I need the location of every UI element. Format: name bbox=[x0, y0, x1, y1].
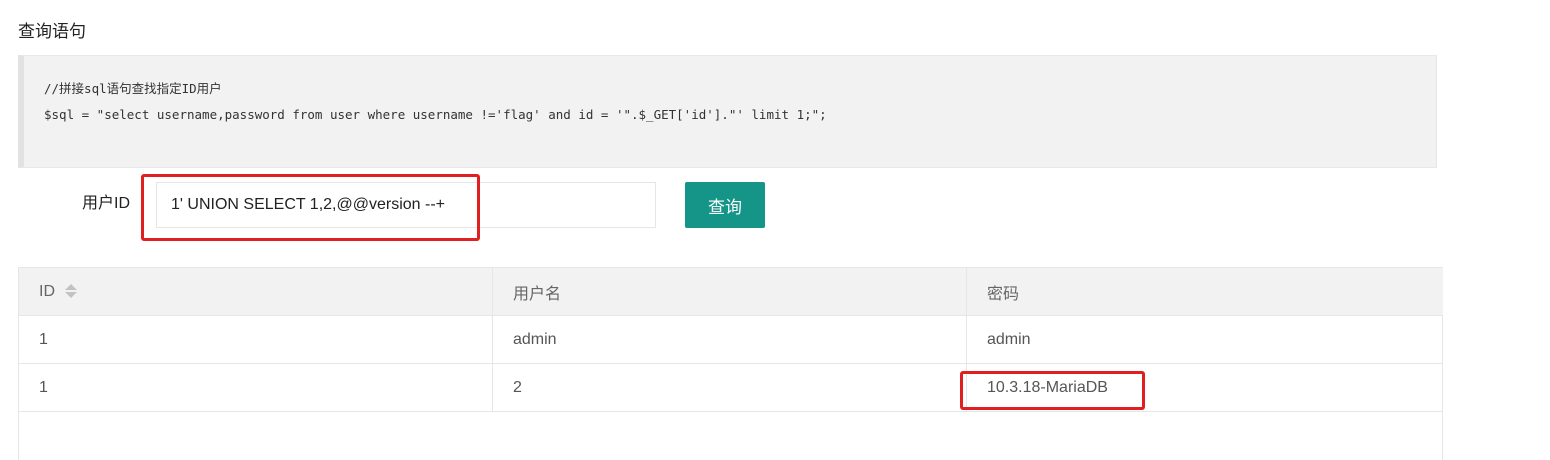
page: 查询语句 //拼接sql语句查找指定ID用户 $sql = "select us… bbox=[0, 0, 1550, 460]
code-comment: //拼接sql语句查找指定ID用户 bbox=[44, 81, 222, 96]
cell-username: admin bbox=[492, 315, 967, 364]
cell-id: 1 bbox=[19, 315, 493, 364]
cell-username: 2 bbox=[492, 363, 967, 412]
user-id-label: 用户ID bbox=[82, 195, 131, 212]
code-statement: $sql = "select username,password from us… bbox=[44, 107, 827, 122]
section-title: 查询语句 bbox=[18, 22, 86, 41]
cell-password: 10.3.18-MariaDB bbox=[966, 363, 1443, 412]
table-header-row: ID 用户名 密码 bbox=[19, 268, 1443, 316]
sort-icon[interactable] bbox=[65, 283, 77, 299]
query-button[interactable]: 查询 bbox=[685, 182, 765, 228]
column-header-password: 密码 bbox=[966, 268, 1443, 316]
user-id-input[interactable] bbox=[156, 182, 656, 228]
results-table: ID 用户名 密码 1 admin admin 1 2 10.3.18-Mari… bbox=[18, 267, 1443, 460]
results-grid: ID 用户名 密码 1 admin admin 1 2 10.3.18-Mari… bbox=[19, 268, 1443, 412]
cell-password: admin bbox=[966, 315, 1443, 364]
column-header-username: 用户名 bbox=[492, 268, 967, 316]
column-header-id-label: ID bbox=[39, 282, 55, 300]
code-block: //拼接sql语句查找指定ID用户 $sql = "select usernam… bbox=[18, 55, 1437, 168]
table-row: 1 admin admin bbox=[19, 315, 1443, 364]
cell-id: 1 bbox=[19, 363, 493, 412]
table-row: 1 2 10.3.18-MariaDB bbox=[19, 363, 1443, 412]
query-form: 用户ID 查询 bbox=[0, 180, 1550, 230]
column-header-id[interactable]: ID bbox=[19, 268, 493, 316]
